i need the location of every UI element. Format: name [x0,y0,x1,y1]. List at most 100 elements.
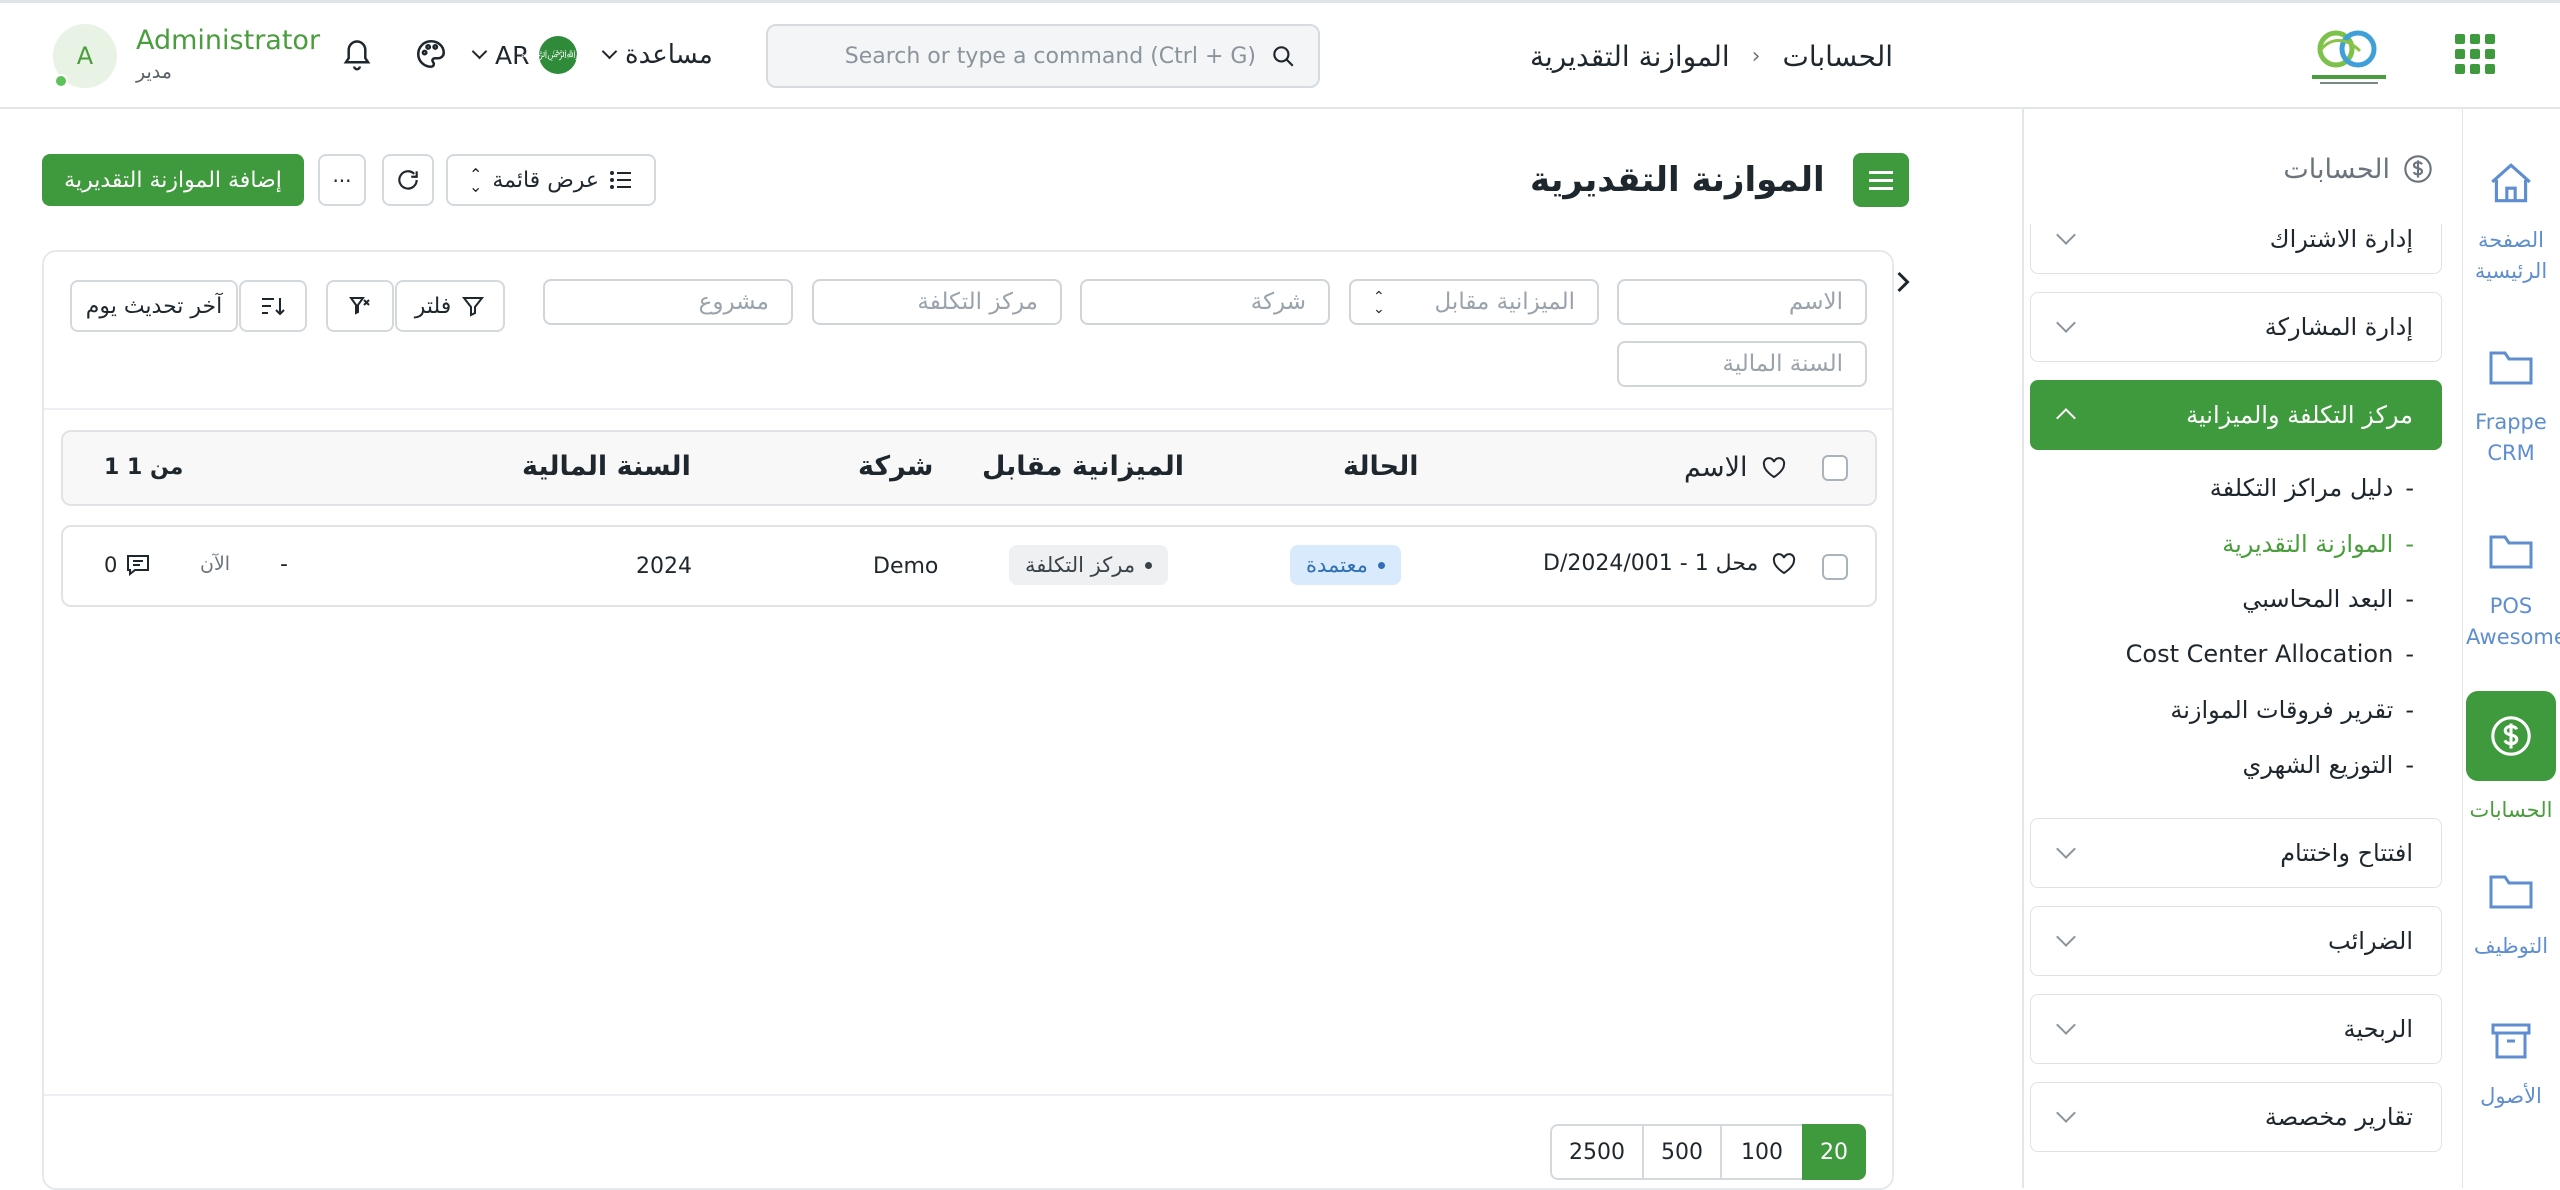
language-switcher[interactable]: AR ﷽ [471,35,597,75]
view-label: عرض قائمة [492,167,600,193]
placeholder: السنة المالية [1722,351,1843,377]
rail-item-assets[interactable]: الأصول [2462,1017,2560,1112]
fiscal-year-filter-input[interactable]: السنة المالية [1617,341,1867,387]
chevron-down-icon [2056,839,2076,859]
chevron-down-icon [601,43,618,59]
budget-against-badge: مركز التكلفة [1009,545,1169,585]
sidebar-toggle-button[interactable] [1852,153,1909,207]
view-switcher[interactable]: ⌃ ⌃ عرض قائمة [446,154,656,206]
page-size-20[interactable]: 20 [1802,1124,1866,1180]
breadcrumb-current[interactable]: الموازنة التقديرية [1530,40,1730,73]
theme-palette-icon[interactable] [410,33,452,75]
row-name[interactable]: محل 1 - D/2024/001 [1543,551,1758,576]
online-indicator [54,74,68,88]
sidebar-section-subscription[interactable]: إدارة الاشتراك [2030,224,2442,274]
add-budget-label: إضافة الموازنة التقديرية [64,167,282,193]
sidebar-section-profitability[interactable]: الربحية [2030,994,2442,1064]
rail-item-pos-awesome[interactable]: POS Awesome [2462,529,2560,653]
sort-field-button[interactable]: آخر تحديث يوم [70,280,238,332]
rail-label: التوظيف [2473,934,2549,958]
bullet: - [2405,474,2414,502]
notification-bell-icon[interactable] [336,33,378,75]
company-filter-input[interactable]: شركة [1080,279,1330,325]
select-all-checkbox[interactable] [1822,455,1848,481]
section-label: تقارير مخصصة [2264,1103,2413,1131]
page-size-500[interactable]: 500 [1642,1124,1720,1180]
page-size-label: 2500 [1569,1139,1625,1165]
heart-icon[interactable] [1772,552,1796,575]
folder-icon [2489,875,2533,909]
refresh-icon [398,170,418,190]
sidebar-section-opening-closing[interactable]: افتتاح واختتام [2030,818,2442,888]
row-checkbox[interactable] [1822,554,1848,580]
rail-item-home[interactable]: الصفحة الرئيسية [2462,159,2560,287]
link-label: تقرير فروقات الموازنة [2170,696,2394,724]
apps-grid-icon[interactable] [2455,34,2495,74]
sort-order-button[interactable] [239,280,307,332]
row-modified: الآن [200,553,231,575]
chevron-down-icon [2056,225,2076,245]
avatar-letter: A [76,42,94,70]
page-size-100[interactable]: 100 [1720,1124,1802,1180]
folder-icon [2489,351,2533,385]
page-size-label: 500 [1661,1139,1703,1165]
chevron-down-icon [471,43,488,59]
chevron-down-icon [2056,1103,2076,1123]
header-name-col[interactable]: الاسم [1684,452,1786,483]
sidebar-section-custom-reports[interactable]: تقارير مخصصة [2030,1082,2442,1152]
comment-count: 0 [104,553,118,577]
page-size-label: 100 [1741,1139,1783,1165]
sidebar-link-accounting-dimension[interactable]: - البعد المحاسبي [2242,585,2414,613]
section-label: الربحية [2343,1015,2413,1043]
chevron-down-icon [2056,313,2076,333]
sidebar-link-monthly-distribution[interactable]: - التوزيع الشهري [2243,751,2414,779]
status-badge: معتمدة [1290,545,1401,585]
sidebar-scroll[interactable]: إدارة الاشتراك إدارة المشاركة مركز التكل… [2022,224,2462,1174]
column-header-company: شركة [858,451,934,482]
sidebar-link-cost-center-allocation[interactable]: - Cost Center Allocation [2126,640,2414,668]
rail-item-frappe-crm[interactable]: Frappe CRM [2462,345,2560,469]
search-input[interactable]: Search or type a command (Ctrl + G) [766,24,1320,88]
rail-item-hr[interactable]: التوظيف [2462,869,2560,962]
user-name[interactable]: Administrator [136,25,320,56]
chevron-down-icon [2056,1015,2076,1035]
refresh-button[interactable] [382,154,434,206]
row-name-cell[interactable]: محل 1 - D/2024/001 [1543,551,1796,576]
list-card [42,250,1894,1190]
company-logo[interactable] [2306,21,2392,89]
placeholder: شركة [1250,289,1306,315]
sidebar-title: الحسابات [2283,153,2390,185]
more-icon: ... [332,163,352,187]
rail-label: الحسابات [2469,798,2553,822]
sidebar-link-budget-variance-report[interactable]: - تقرير فروقات الموازنة [2170,696,2414,724]
home-icon [2491,163,2531,203]
sidebar-link-chart-of-cost-centers[interactable]: - دليل مراكز التكلفة [2210,474,2414,502]
sidebar-section-share[interactable]: إدارة المشاركة [2030,292,2442,362]
module-sidebar: الحسابات إدارة الاشتراك إدارة المشاركة م… [2022,109,2462,1188]
link-label: Cost Center Allocation [2125,640,2394,668]
help-dropdown[interactable]: مساعدة [601,35,713,75]
filter-button[interactable]: فلتر [395,280,505,332]
row-fiscal-year: 2024 [636,554,692,579]
clear-filter-button[interactable] [326,280,394,332]
add-budget-button[interactable]: إضافة الموازنة التقديرية [42,154,304,206]
section-label: مركز التكلفة والميزانية [2186,401,2413,429]
project-filter-input[interactable]: مشروع [543,279,793,325]
sidebar-section-cost-center-budget[interactable]: مركز التكلفة والميزانية [2030,380,2442,450]
saudi-flag-icon: ﷽ [520,36,597,74]
sidebar-link-budget[interactable]: - الموازنة التقديرية [2222,530,2414,558]
row-comments[interactable]: 0 [104,553,151,577]
rail-label: POS Awesome [2466,594,2560,649]
sidebar-section-taxes[interactable]: الضرائب [2030,906,2442,976]
breadcrumb-root[interactable]: الحسابات [1782,40,1893,73]
sidebar-header[interactable]: الحسابات [2283,153,2434,185]
budget-against-select[interactable]: ⌃ ⌃ الميزانية مقابل [1349,279,1599,325]
page-size-2500[interactable]: 2500 [1550,1124,1642,1180]
column-header-name: الاسم [1684,452,1748,483]
link-label: البعد المحاسبي [2242,585,2394,613]
rail-item-accounts[interactable]: الحسابات [2462,691,2560,826]
more-actions-button[interactable]: ... [318,154,366,206]
column-header-budget-against: الميزانية مقابل [982,451,1185,482]
name-filter-input[interactable]: الاسم [1617,279,1867,325]
cost-center-filter-input[interactable]: مركز التكلفة [812,279,1062,325]
